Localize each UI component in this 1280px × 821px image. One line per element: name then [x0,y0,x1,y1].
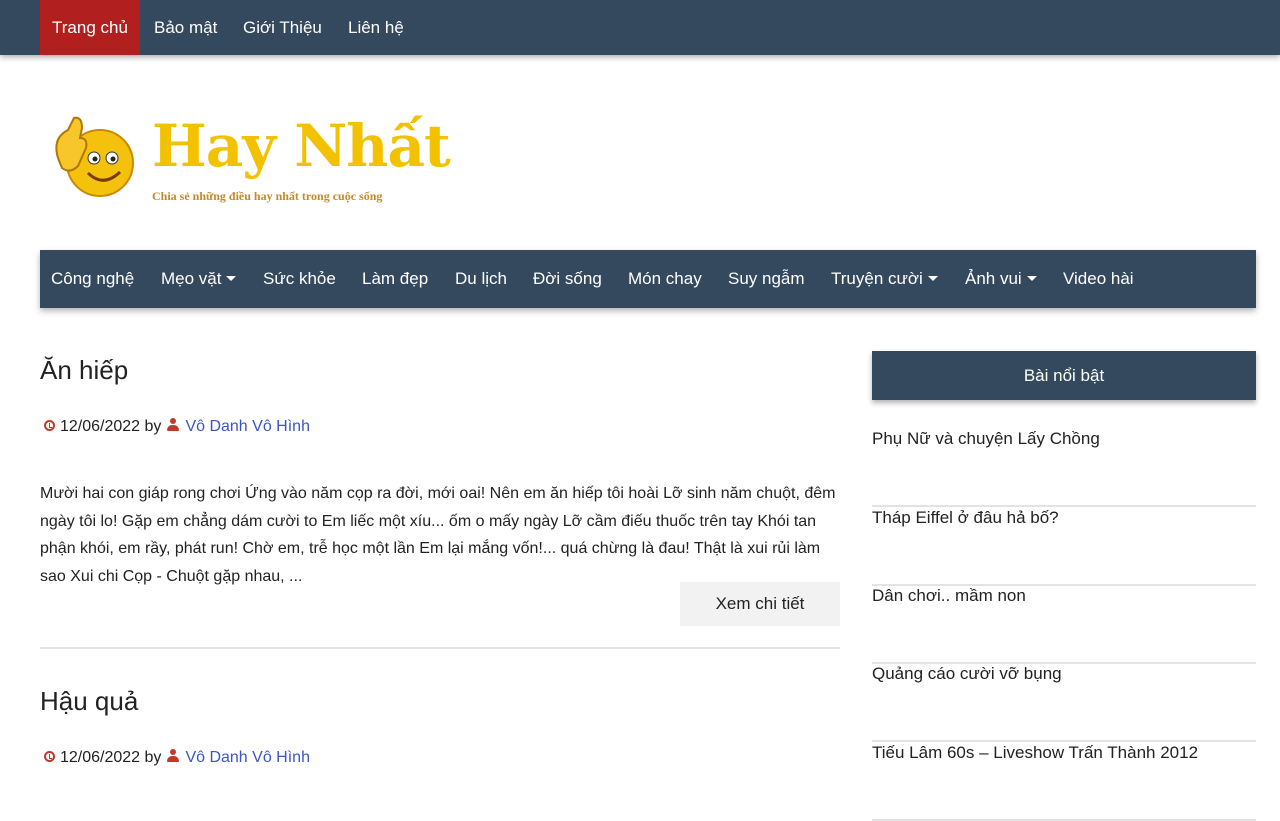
topnav-item-security[interactable]: Bảo mật [142,0,229,55]
logo-tagline: Chia sẻ những điều hay nhất trong cuộc s… [152,189,383,203]
sidebar-featured-item[interactable]: Tiếu Lâm 60s – Liveshow Trấn Thành 2012 [872,743,1256,821]
site-logo[interactable]: Hay Nhất Chia sẻ những điều hay nhất tro… [48,108,451,218]
user-icon [167,417,180,432]
post-by: by [144,418,162,435]
post-meta: 12/06/2022 by Vô Danh Vô Hình [44,417,310,436]
nav-item-cong-nghe[interactable]: Công nghệ [51,250,134,308]
sidebar-featured-item[interactable]: Dân chơi.. mầm non [872,586,1256,664]
post-by: by [144,749,162,766]
nav-item-mon-chay[interactable]: Món chay [628,250,702,308]
topnav-item-home[interactable]: Trang chủ [40,0,140,55]
caret-down-icon [1026,275,1037,281]
post-excerpt: Mười hai con giáp rong chơi Ứng vào năm … [40,485,836,585]
post-author-link[interactable]: Vô Danh Vô Hình [185,749,310,766]
top-navbar: Trang chủ Bảo mật Giới Thiệu Liên hệ [0,0,1280,55]
post-date: 12/06/2022 [60,418,141,435]
sidebar-featured-item[interactable]: Tháp Eiffel ở đâu hả bố? [872,508,1256,586]
topnav-item-contact[interactable]: Liên hệ [336,0,416,55]
caret-down-icon [927,275,938,281]
nav-item-truyen-cuoi[interactable]: Truyện cười [831,250,938,308]
clock-icon [44,750,55,762]
logo-title: Hay Nhất [152,112,451,180]
clock-icon [44,419,55,431]
user-icon [167,748,180,763]
sidebar-heading: Bài nổi bật [872,351,1256,400]
nav-item-video-hai[interactable]: Video hài [1063,250,1134,308]
caret-down-icon [226,275,237,281]
read-more-button[interactable]: Xem chi tiết [680,582,840,626]
sidebar-featured-item[interactable]: Quảng cáo cười vỡ bụng [872,664,1256,742]
sidebar-featured-item[interactable]: Phụ Nữ và chuyện Lấy Chồng [872,429,1256,507]
post-title[interactable]: Ăn hiếp [40,355,128,386]
post-date: 12/06/2022 [60,749,141,766]
nav-item-suc-khoe[interactable]: Sức khỏe [263,250,336,308]
main-navbar: Công nghệ Mẹo vặt Sức khỏe Làm đẹp Du lị… [40,250,1256,308]
nav-item-lam-dep[interactable]: Làm đẹp [362,250,428,308]
nav-item-suy-ngam[interactable]: Suy ngẫm [728,250,805,308]
post-author-link[interactable]: Vô Danh Vô Hình [185,418,310,435]
post-divider [40,647,840,649]
topnav-item-about[interactable]: Giới Thiệu [231,0,334,55]
nav-item-meo-vat[interactable]: Mẹo vặt [161,250,237,308]
post-meta: 12/06/2022 by Vô Danh Vô Hình [44,748,310,767]
nav-item-anh-vui[interactable]: Ảnh vui [965,250,1037,308]
nav-item-doi-song[interactable]: Đời sống [533,250,602,308]
nav-item-du-lich[interactable]: Du lịch [455,250,507,308]
post-title[interactable]: Hậu quả [40,686,138,717]
